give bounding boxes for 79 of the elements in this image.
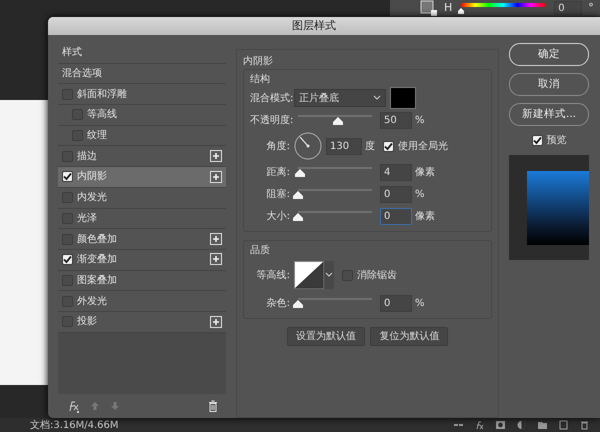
number-field[interactable]: 4 [380, 164, 412, 180]
unit-label: 像素 [415, 210, 435, 224]
dialog-button[interactable]: 新建样式... [509, 103, 589, 126]
color-swatch-icon[interactable] [420, 0, 438, 16]
slider-thumb[interactable] [293, 300, 303, 308]
field-label: 杂色: [266, 296, 291, 310]
document-size-text: 文档:3.16M/4.66M [30, 418, 119, 432]
field-label: 不透明度: [250, 114, 294, 128]
field-label: 混合模式: [250, 92, 294, 106]
add-icon[interactable] [210, 170, 222, 183]
section-title: 内阴影 [243, 54, 274, 69]
mask-icon[interactable] [495, 420, 506, 430]
unit-label: % [415, 296, 425, 310]
style-list-item[interactable]: 斜面和浮雕 [58, 84, 226, 106]
hue-field[interactable]: 0 [554, 1, 582, 15]
blend-mode-dropdown[interactable]: 正片叠底 [294, 89, 386, 107]
add-icon[interactable] [210, 150, 222, 162]
checkbox[interactable] [383, 140, 394, 152]
slider-thumb[interactable] [293, 191, 303, 199]
number-field[interactable]: 0 [380, 294, 412, 312]
style-list-item[interactable]: 纹理 [58, 126, 226, 146]
group-title: 品质 [250, 244, 271, 258]
number-field[interactable]: 0 [380, 208, 412, 224]
style-list-item[interactable]: 等高线 [58, 105, 226, 126]
folder-icon[interactable] [537, 420, 548, 430]
style-list-item[interactable]: 投影 [58, 312, 226, 333]
field-label: 角度: [266, 140, 291, 154]
contour-curve-icon [294, 261, 324, 289]
style-list-item[interactable]: 内阴影 [58, 167, 226, 188]
preview-checkbox[interactable] [532, 135, 542, 146]
field-label: 大小: [266, 210, 291, 224]
fx-icon[interactable] [474, 420, 485, 430]
number-field[interactable]: 0 [380, 186, 412, 202]
unit-label: 像素 [415, 166, 435, 180]
unit-label: % [415, 114, 425, 128]
add-icon[interactable] [210, 316, 222, 328]
slider-thumb[interactable] [293, 213, 303, 221]
checkbox-label: 预览 [546, 134, 566, 148]
style-list-item[interactable]: 渐变叠加 [58, 250, 226, 271]
slider-thumb[interactable] [458, 8, 464, 14]
style-list-item[interactable]: 描边 [58, 146, 226, 168]
style-list-item[interactable]: 图案叠加 [58, 270, 226, 292]
field-label: 等高线: [256, 268, 291, 282]
dialog-title: 图层样式 [48, 17, 600, 35]
slider-thumb[interactable] [294, 169, 305, 177]
hue-label: H [444, 0, 452, 16]
new-layer-icon[interactable] [558, 420, 569, 430]
style-list-item[interactable]: 样式 [58, 43, 226, 64]
unit-label: 度 [365, 140, 375, 154]
default-button[interactable]: 复位为默认值 [370, 327, 448, 346]
checkbox-label: 消除锯齿 [357, 268, 397, 282]
checkbox-label: 使用全局光 [398, 140, 448, 154]
degree-label: ° [588, 0, 594, 16]
color-swatch[interactable] [390, 87, 416, 109]
number-field[interactable]: 50 [380, 112, 412, 128]
style-list-item[interactable]: 光泽 [58, 208, 226, 230]
default-button[interactable]: 设置为默认值 [286, 327, 365, 346]
checkbox[interactable] [62, 254, 73, 266]
chevron-icon [325, 272, 333, 278]
slider-thumb[interactable] [333, 117, 343, 125]
add-icon[interactable] [210, 232, 222, 245]
dialog-button[interactable]: 确定 [509, 43, 589, 66]
field-label: 阻塞: [266, 188, 291, 202]
style-list-item[interactable]: 内发光 [58, 188, 226, 208]
adjustment-icon[interactable] [516, 420, 527, 430]
add-icon[interactable] [210, 253, 222, 266]
dialog-button[interactable]: 取消 [509, 73, 589, 96]
unit-label: % [415, 188, 425, 202]
checkbox[interactable] [62, 171, 73, 182]
style-list-item[interactable]: 颜色叠加 [58, 229, 226, 250]
field-label: 距离: [266, 166, 291, 180]
angle-dial[interactable] [294, 132, 322, 160]
style-list-item[interactable]: 外发光 [58, 291, 226, 312]
trash-icon[interactable] [579, 420, 590, 430]
group-title: 结构 [250, 72, 271, 87]
contour-picker[interactable] [294, 261, 334, 289]
angle-field[interactable]: 130 [326, 138, 362, 154]
style-list-item[interactable]: 混合选项 [58, 64, 226, 84]
chevron-icon [373, 95, 381, 101]
